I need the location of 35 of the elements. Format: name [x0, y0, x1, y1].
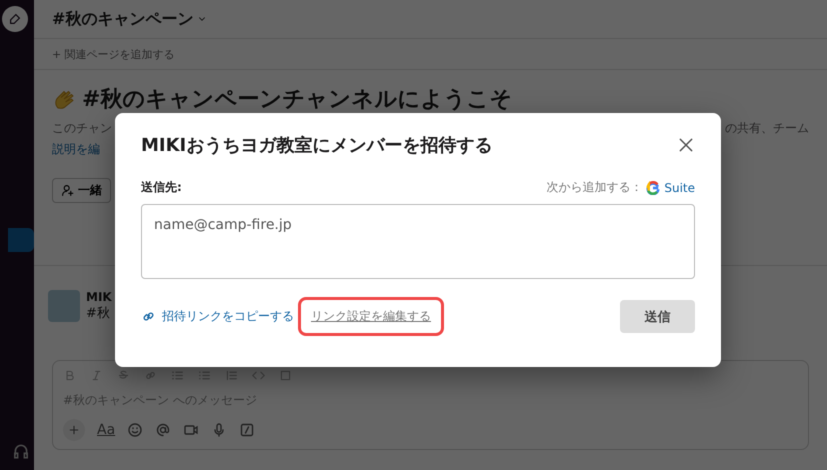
smiley-icon [127, 422, 144, 438]
copy-invite-link[interactable]: 招待リンクをコピーする [141, 308, 294, 325]
edit-link-settings-link[interactable]: リンク設定を編集する [298, 297, 444, 336]
recipient-label: 送信先: [141, 179, 182, 196]
channel-title[interactable]: #秋のキャンペーン [52, 8, 194, 30]
slash-command-icon [239, 422, 256, 438]
add-from-label: 次から追加する： [546, 179, 642, 196]
at-sign-icon [155, 422, 172, 438]
format-button[interactable]: Aa [97, 422, 116, 438]
welcome-heading: #秋のキャンペーンチャンネルにようこそ [82, 86, 512, 114]
code-icon [252, 369, 265, 382]
compose-button[interactable] [2, 6, 28, 32]
plus-icon [68, 424, 80, 436]
blockquote-icon [225, 369, 238, 382]
bulleted-list-icon [198, 369, 211, 382]
add-bookmark-link[interactable]: + 関連ページを追加する [52, 46, 175, 62]
add-people-button[interactable]: 一緒 [52, 178, 111, 203]
ordered-list-icon [171, 369, 184, 382]
avatar-photo-placeholder [48, 290, 80, 322]
link-icon [144, 369, 157, 382]
email-input-field[interactable]: name@camp-fire.jp [141, 204, 695, 279]
add-button[interactable] [63, 419, 85, 441]
gsuite-link[interactable]: Suite [664, 180, 695, 194]
code-block-icon [279, 369, 292, 382]
g-logo-icon [646, 180, 660, 194]
person-add-icon [61, 184, 74, 197]
headphones-icon [12, 442, 30, 460]
channel-description: このチャン [52, 120, 112, 137]
channel-description: の共有、チーム [725, 120, 809, 137]
message-text: #秋 [86, 305, 111, 322]
italic-icon [90, 369, 103, 382]
close-icon [677, 136, 695, 154]
close-button[interactable] [677, 136, 695, 154]
message-author: MIK [86, 290, 112, 304]
dialog-title: MIKIおうちヨガ教室にメンバーを招待する [141, 134, 492, 157]
